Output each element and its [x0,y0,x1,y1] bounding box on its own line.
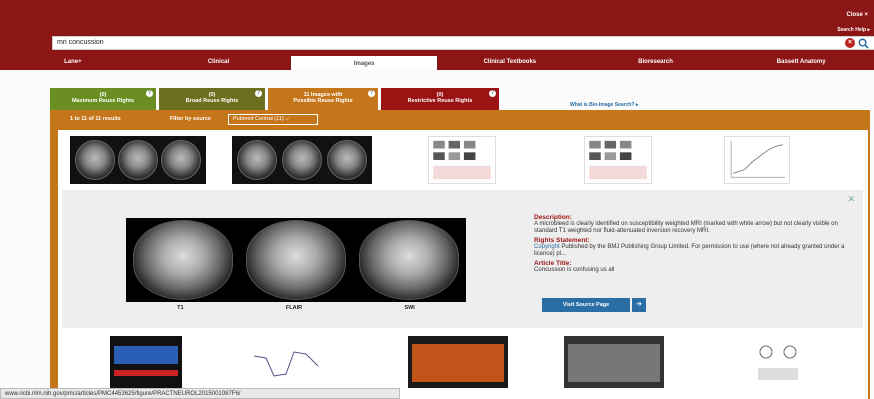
thumbnail-mri-2[interactable] [232,136,372,184]
close-icon[interactable]: ✕ [847,194,855,205]
main-tabs: Lane+ Clinical Images Clinical Textbooks… [0,54,874,70]
detail-image[interactable] [126,218,466,302]
rights-text: Published by the BMJ Publishing Group Li… [534,244,845,257]
filter-by-source-label: Filter by source [170,116,211,122]
source-filter-select[interactable]: Pubmed Central (11) ⌵ [228,114,318,125]
filter-restrictive-reuse[interactable]: (0) Restrictive Reuse Rights ? [381,88,499,110]
description-heading: Description: [534,214,572,221]
mri-slice [117,140,158,180]
article-title-heading: Article Title: [534,260,572,267]
reuse-filters: (0) Maximum Reuse Rights ? (0) Broad Reu… [50,88,499,110]
filter-label: Maximum Reuse Rights [71,98,135,104]
thumbnail-figure-7[interactable] [250,336,322,388]
thumbnail-figure-10[interactable] [748,336,808,388]
search-box[interactable]: mri concussion × [52,36,874,50]
mri-slice [132,220,233,300]
tab-clinical[interactable]: Clinical [146,54,292,70]
detail-image-labels: T1 FLAIR SWI [126,305,466,311]
filter-possible-reuse[interactable]: 11 Images with Possible Reuse Rights ? [268,88,378,110]
thumbnail-figure-8[interactable] [408,336,508,388]
filter-maximum-reuse[interactable]: (0) Maximum Reuse Rights ? [50,88,156,110]
results-bar: 1 to 11 of 11 results Filter by source P… [50,110,870,130]
image-label: FLAIR [285,305,303,311]
thumbnail-row [58,134,868,190]
info-icon[interactable]: ? [368,90,375,97]
results-area: ✕ T1 FLAIR SWI Description: A microbleed… [58,130,868,399]
search-icon[interactable] [858,38,869,49]
close-link[interactable]: Close × [846,12,868,18]
mri-slice [359,220,460,300]
filter-label: Broad Reuse Rights [185,98,239,104]
description-text: A microbleed is clearly identified on su… [534,221,838,234]
mri-slice [281,140,322,180]
results-count: 1 to 11 of 11 results [70,116,121,122]
search-help-link[interactable]: Search Help ▸ [837,27,870,33]
arrow-right-icon[interactable]: ➔ [632,298,646,312]
thumbnail-figure-5[interactable] [724,136,790,184]
thumbnail-figure-6[interactable] [110,336,182,388]
search-input[interactable]: mri concussion [57,39,104,46]
visit-source-page-button[interactable]: Visit Source Page [542,298,630,312]
filter-label: Restrictive Reuse Rights [407,98,473,104]
image-label: T1 [177,305,184,311]
app-frame: Close × Search Help ▸ mri concussion × L… [0,0,874,399]
status-bar-url: www.ncbi.nlm.nih.gov/pmc/articles/PMC445… [0,388,400,399]
mri-slice [326,140,367,180]
thumbnail-figure-4[interactable] [584,136,652,184]
thumbnail-figure-3[interactable] [428,136,496,184]
info-icon[interactable]: ? [489,90,496,97]
filter-broad-reuse[interactable]: (0) Broad Reuse Rights ? [159,88,265,110]
tab-bassett-anatomy[interactable]: Bassett Anatomy [728,54,874,70]
mri-slice [237,140,278,180]
tab-clinical-textbooks[interactable]: Clinical Textbooks [437,54,583,70]
info-icon[interactable]: ? [146,90,153,97]
mri-slice [161,140,202,180]
image-metadata: Description: A microbleed is clearly ide… [534,212,854,274]
info-icon[interactable]: ? [255,90,262,97]
filter-label: Possible Reuse Rights [293,98,353,104]
mri-slice [74,140,115,180]
article-title: Concussion is confusing us all [534,267,615,273]
image-detail-panel: ✕ T1 FLAIR SWI Description: A microbleed… [62,190,863,328]
rights-heading: Rights Statement: [534,237,590,244]
image-label: SWI [404,305,415,311]
mri-slice [245,220,346,300]
tab-lane[interactable]: Lane+ [0,54,146,70]
what-is-bio-image-search-link[interactable]: What is Bio-Image Search? ▸ [570,102,638,108]
tab-images[interactable]: Images [291,54,438,70]
clear-icon[interactable]: × [845,38,855,48]
top-header: Close × Search Help ▸ mri concussion × [0,0,874,54]
tab-bioresearch[interactable]: Bioresearch [583,54,729,70]
rights-statement: Copyright Published by the BMJ Publishin… [534,244,854,258]
results-panel: 1 to 11 of 11 results Filter by source P… [50,110,870,399]
copyright-link[interactable]: Copyright [534,244,560,250]
thumbnail-figure-9[interactable] [564,336,664,388]
thumbnail-mri-1[interactable] [70,136,206,184]
